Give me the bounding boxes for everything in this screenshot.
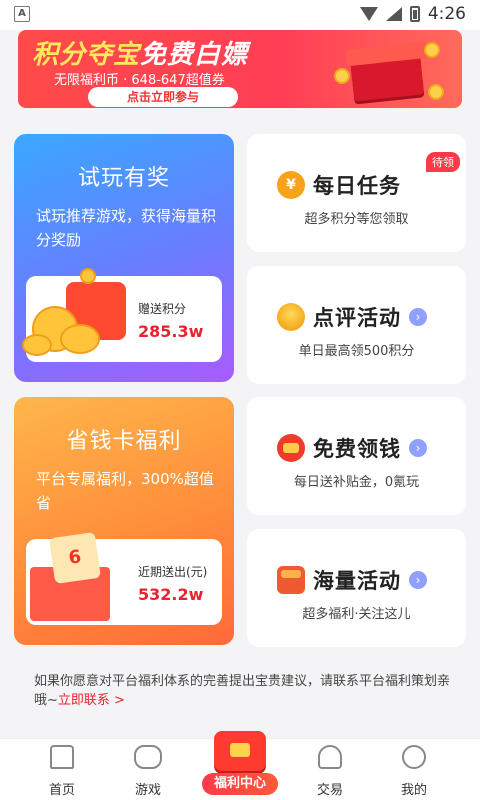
free-money-title: 免费领钱 <box>313 437 401 461</box>
banner-subtitle: 无限福利币 · 648-647超值券 <box>54 73 225 88</box>
nav-trade-label: 交易 <box>316 783 343 798</box>
wifi-icon <box>359 7 378 21</box>
card-six-figure: 6 <box>49 532 101 584</box>
daily-task-sub: 超多积分等您领取 <box>304 212 409 227</box>
app-notification-icon: A <box>14 6 30 22</box>
chevron-right-icon: › <box>409 571 427 589</box>
nav-home[interactable]: 首页 <box>22 739 102 800</box>
banner-title-rest: 免费白嫖 <box>140 40 249 70</box>
gift-box-icon <box>332 38 444 106</box>
daily-task-card[interactable]: 待领 ¥ 每日任务 超多积分等您领取 <box>247 134 466 252</box>
clock: 4:26 <box>427 4 466 24</box>
trial-reward-value: 285.3w <box>138 322 204 341</box>
review-header: 点评活动 › <box>277 302 427 332</box>
nav-mine-label: 我的 <box>400 783 427 798</box>
feedback-note: 如果你愿意对平台福利体系的完善提出宝贵建议，请联系平台福利策划亲哦~立即联系 > <box>34 672 454 710</box>
contact-now-link[interactable]: 立即联系 > <box>58 693 125 708</box>
nav-game-label: 游戏 <box>134 783 161 798</box>
mass-activity-card[interactable]: 海量活动 › 超多福利·关注这儿 <box>247 529 466 647</box>
red-packet-icon <box>277 434 305 462</box>
promo-banner[interactable]: 积分夺宝免费白嫖 无限福利币 · 648-647超值券 点击立即参与 <box>18 30 462 108</box>
save-title: 省钱卡福利 <box>66 429 182 454</box>
save-desc: 平台专属福利，300%超值省 <box>36 470 214 512</box>
nav-welfare-label: 福利中心 <box>202 773 278 795</box>
free-money-card[interactable]: 免费领钱 › 每日送补贴金，0氪玩 <box>247 397 466 515</box>
banner-title: 积分夺宝免费白嫖 <box>32 34 248 71</box>
system-tray: 4:26 <box>359 4 466 24</box>
gift-crate-icon: 6 <box>22 529 132 629</box>
trial-reward-box: 赠送积分 285.3w <box>22 268 222 362</box>
daily-task-title: 每日任务 <box>313 174 401 198</box>
nav-game[interactable]: 游戏 <box>108 739 188 800</box>
gift-chest-icon <box>277 566 305 594</box>
save-reward-label: 近期送出(元) <box>138 565 208 579</box>
review-activity-card[interactable]: 点评活动 › 单日最高领500积分 <box>247 266 466 384</box>
profile-icon <box>402 745 426 769</box>
battery-icon <box>409 6 420 22</box>
yen-coin-icon: ¥ <box>277 171 305 199</box>
save-reward-box: 6 近期送出(元) 532.2w <box>26 532 222 625</box>
trade-hand-icon <box>318 745 342 769</box>
signal-icon <box>385 7 402 21</box>
review-sub: 单日最高领500积分 <box>298 344 415 359</box>
gamepad-icon <box>134 745 162 769</box>
daily-task-header: ¥ 每日任务 <box>277 170 401 200</box>
trial-reward-card[interactable]: 试玩有奖 试玩推荐游戏，获得海量积分奖励 赠送积分 285.3w <box>14 134 234 382</box>
savings-card-welfare-card[interactable]: 省钱卡福利 平台专属福利，300%超值省 6 近期送出(元) 532.2w <box>14 397 234 645</box>
free-money-header: 免费领钱 › <box>277 433 427 463</box>
trial-title: 试玩有奖 <box>77 166 170 191</box>
pending-badge: 待领 <box>426 152 460 172</box>
nav-welfare-center[interactable]: 福利中心 <box>196 731 284 800</box>
trial-reward-label: 赠送积分 <box>138 302 187 316</box>
mass-header: 海量活动 › <box>277 565 427 595</box>
nav-home-label: 首页 <box>48 783 75 798</box>
mass-sub: 超多福利·关注这儿 <box>302 607 411 622</box>
chevron-right-icon: › <box>409 439 427 457</box>
review-title: 点评活动 <box>313 306 401 330</box>
nav-trade[interactable]: 交易 <box>290 739 370 800</box>
mass-title: 海量活动 <box>313 569 401 593</box>
status-bar: A 4:26 <box>0 0 480 30</box>
nav-mine[interactable]: 我的 <box>374 739 454 800</box>
save-reward-value: 532.2w <box>138 585 204 604</box>
banner-title-highlight: 积分夺宝 <box>32 40 141 70</box>
free-money-sub: 每日送补贴金，0氪玩 <box>293 475 420 490</box>
home-icon <box>50 745 74 769</box>
trial-desc: 试玩推荐游戏，获得海量积分奖励 <box>36 207 217 249</box>
chevron-right-icon: › <box>409 308 427 326</box>
coin-stack-icon <box>277 303 305 331</box>
coins-pile-icon <box>16 254 126 364</box>
welfare-chest-icon <box>214 731 266 771</box>
banner-join-button[interactable]: 点击立即参与 <box>88 87 238 107</box>
bottom-nav: 首页 游戏 福利中心 交易 我的 <box>0 731 480 800</box>
